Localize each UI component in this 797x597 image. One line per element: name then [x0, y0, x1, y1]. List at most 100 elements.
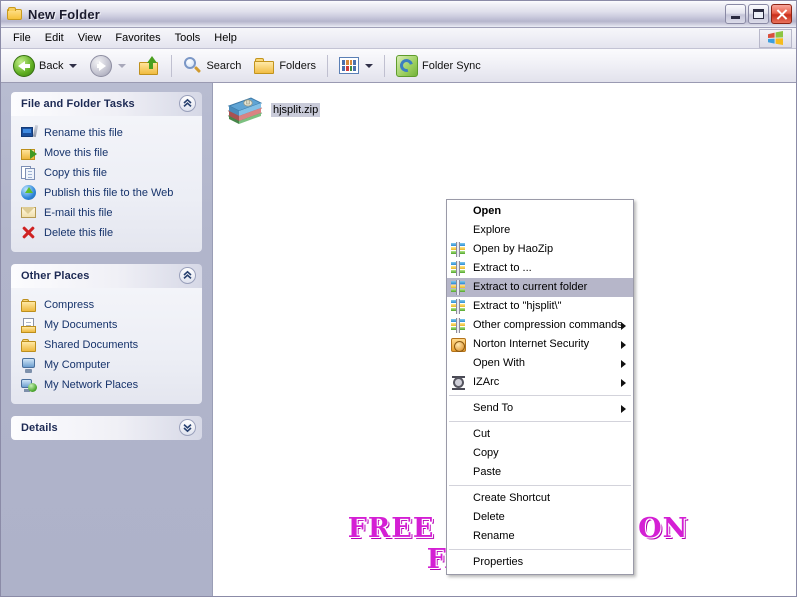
title-bar: New Folder	[1, 1, 796, 28]
ctx-item-paste[interactable]: Paste	[447, 463, 633, 482]
ctx-label: Other compression commands	[473, 319, 623, 331]
ctx-item-open-by-haozip[interactable]: Open by HaoZip	[447, 240, 633, 259]
up-button[interactable]	[133, 53, 166, 79]
place-label: My Computer	[44, 358, 111, 371]
ctx-item-other-compression-commands[interactable]: Other compression commands	[447, 316, 633, 335]
up-folder-icon	[139, 56, 160, 75]
menu-edit[interactable]: Edit	[38, 30, 71, 46]
task-label: Copy this file	[44, 166, 107, 179]
ctx-item-open-with[interactable]: Open With	[447, 354, 633, 373]
ctx-label: Properties	[473, 556, 524, 568]
no-icon	[451, 223, 467, 239]
task-label: Publish this file to the Web	[44, 186, 174, 199]
haozip-icon	[451, 260, 467, 277]
task-copy-this-file[interactable]: Copy this file	[21, 163, 194, 183]
file-list-area[interactable]: hjsplit.zip FREE SOFTWARE ON FACEBOOK Op…	[213, 83, 796, 596]
ctx-item-extract-to[interactable]: Extract to ...	[447, 259, 633, 278]
body-area: File and Folder Tasks Rename this file M…	[1, 83, 796, 596]
back-dropdown-icon[interactable]	[69, 63, 78, 68]
menu-favorites[interactable]: Favorites	[108, 30, 167, 46]
ctx-item-open[interactable]: Open	[447, 202, 633, 221]
ctx-label: Open by HaoZip	[473, 243, 554, 255]
windows-flag-icon	[759, 29, 792, 48]
folders-icon	[254, 57, 275, 74]
ctx-label: Send To	[473, 402, 514, 414]
menu-tools[interactable]: Tools	[168, 30, 208, 46]
task-pane: File and Folder Tasks Rename this file M…	[1, 83, 213, 596]
task-publish-this-file-to-the-web[interactable]: Publish this file to the Web	[21, 183, 194, 203]
panel-header[interactable]: File and Folder Tasks	[11, 92, 202, 116]
task-email-this-file[interactable]: E-mail this file	[21, 203, 194, 223]
ctx-item-create-shortcut[interactable]: Create Shortcut	[447, 489, 633, 508]
panel-header[interactable]: Other Places	[11, 264, 202, 288]
no-icon	[451, 204, 467, 220]
haozip-icon	[451, 317, 467, 334]
zip-archive-icon	[225, 89, 267, 127]
chevron-up-icon[interactable]	[179, 267, 196, 284]
ctx-item-izarc[interactable]: IZArc	[447, 373, 633, 392]
ctx-item-delete[interactable]: Delete	[447, 508, 633, 527]
views-dropdown-icon[interactable]	[365, 63, 374, 68]
panel-title: Other Places	[21, 270, 90, 282]
email-icon	[21, 205, 37, 221]
minimize-button[interactable]	[725, 4, 746, 24]
no-icon	[451, 446, 467, 462]
views-icon	[339, 57, 360, 74]
ctx-item-cut[interactable]: Cut	[447, 425, 633, 444]
ctx-item-properties[interactable]: Properties	[447, 553, 633, 572]
forward-button[interactable]	[84, 53, 132, 79]
toolbar: Back Search Folders Folder Sync	[1, 49, 796, 83]
no-icon	[451, 465, 467, 481]
folders-button[interactable]: Folders	[248, 53, 322, 79]
task-delete-this-file[interactable]: Delete this file	[21, 223, 194, 243]
maximize-button[interactable]	[748, 4, 769, 24]
place-my-documents[interactable]: My Documents	[21, 315, 194, 335]
menu-separator	[449, 421, 631, 422]
panel-title: File and Folder Tasks	[21, 98, 135, 110]
ctx-label: Cut	[473, 428, 491, 440]
place-my-network-places[interactable]: My Network Places	[21, 375, 194, 395]
back-button[interactable]: Back	[7, 53, 83, 79]
ctx-item-rename[interactable]: Rename	[447, 527, 633, 546]
menu-separator	[449, 485, 631, 486]
panel-header[interactable]: Details	[11, 416, 202, 440]
submenu-arrow-icon	[621, 322, 626, 330]
menu-view[interactable]: View	[71, 30, 109, 46]
place-my-computer[interactable]: My Computer	[21, 355, 194, 375]
no-icon	[451, 491, 467, 507]
ctx-label: Create Shortcut	[473, 492, 551, 504]
panel-other-places: Other Places Compress My Documents Share…	[11, 264, 202, 404]
task-rename-this-file[interactable]: Rename this file	[21, 123, 194, 143]
no-icon	[451, 356, 467, 372]
folder-sync-button[interactable]: Folder Sync	[390, 53, 487, 79]
ctx-label: Rename	[473, 530, 515, 542]
place-label: My Network Places	[44, 378, 139, 391]
ctx-item-send-to[interactable]: Send To	[447, 399, 633, 418]
place-shared-documents[interactable]: Shared Documents	[21, 335, 194, 355]
menu-help[interactable]: Help	[207, 30, 244, 46]
forward-dropdown-icon[interactable]	[118, 63, 127, 68]
ctx-item-copy[interactable]: Copy	[447, 444, 633, 463]
submenu-arrow-icon	[621, 341, 626, 349]
chevron-down-icon[interactable]	[179, 419, 196, 436]
ctx-label: Extract to "hjsplit\"	[473, 300, 562, 312]
panel-body: Compress My Documents Shared Documents M…	[11, 288, 202, 404]
file-item[interactable]: hjsplit.zip	[223, 89, 343, 127]
views-button[interactable]	[333, 53, 379, 79]
menu-file[interactable]: File	[6, 30, 38, 46]
delete-icon	[21, 225, 37, 241]
forward-arrow-icon	[90, 54, 113, 77]
close-button[interactable]	[771, 4, 792, 24]
task-move-this-file[interactable]: Move this file	[21, 143, 194, 163]
publish-web-icon	[21, 185, 37, 201]
search-button[interactable]: Search	[177, 53, 247, 79]
ctx-item-explore[interactable]: Explore	[447, 221, 633, 240]
ctx-label: Open With	[473, 357, 525, 369]
place-compress[interactable]: Compress	[21, 295, 194, 315]
chevron-up-icon[interactable]	[179, 95, 196, 112]
no-icon	[451, 529, 467, 545]
ctx-label: Explore	[473, 224, 511, 236]
ctx-item-extract-to-current-folder[interactable]: Extract to current folder	[447, 278, 633, 297]
ctx-item-norton-internet-security[interactable]: Norton Internet Security	[447, 335, 633, 354]
ctx-item-extract-to-named-folder[interactable]: Extract to "hjsplit\"	[447, 297, 633, 316]
